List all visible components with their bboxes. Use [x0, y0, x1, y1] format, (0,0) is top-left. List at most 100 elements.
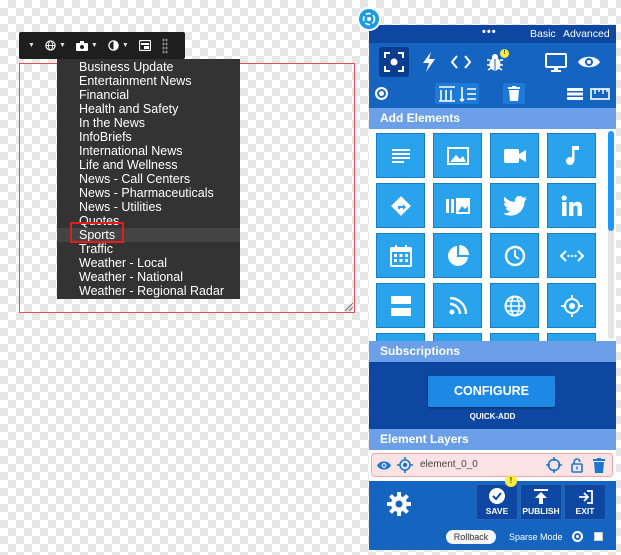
- lock-layer-button[interactable]: [569, 457, 585, 473]
- toolbar-dropdown-caret-button[interactable]: ▼: [23, 32, 40, 59]
- globe-dropdown-button[interactable]: ▼: [40, 32, 71, 59]
- app-logo-icon[interactable]: [357, 7, 381, 31]
- check-circle-icon: [489, 488, 505, 504]
- location-element-button[interactable]: [547, 283, 596, 328]
- twitter-element-button[interactable]: [490, 183, 539, 228]
- monitor-icon: [545, 52, 567, 72]
- dropdown-item-weather-local[interactable]: Weather - Local: [57, 256, 240, 270]
- element-button[interactable]: [376, 333, 425, 341]
- directions-icon: [390, 195, 411, 216]
- elements-scrollbar[interactable]: [608, 131, 614, 339]
- delete-button[interactable]: [503, 83, 525, 104]
- dropdown-item-business-update[interactable]: Business Update: [57, 60, 240, 74]
- list-sort-icon: [458, 86, 476, 102]
- select-tool-button[interactable]: [379, 47, 409, 77]
- code-button[interactable]: [446, 47, 476, 77]
- save-button[interactable]: SAVE: [476, 484, 518, 520]
- globe-icon: [504, 295, 525, 316]
- toggle-radio[interactable]: [375, 87, 388, 100]
- visibility-toggle[interactable]: [376, 457, 392, 473]
- element-button[interactable]: [433, 333, 482, 341]
- list-view-button[interactable]: [566, 83, 584, 104]
- location-icon: [560, 294, 583, 317]
- quick-add-label[interactable]: QUICK-ADD: [369, 412, 616, 421]
- configure-button[interactable]: CONFIGURE: [428, 376, 555, 407]
- dropdown-item-weather-regional-radar[interactable]: Weather - Regional Radar: [57, 284, 240, 298]
- scrollbar-thumb[interactable]: [608, 131, 614, 231]
- directions-element-button[interactable]: [376, 183, 425, 228]
- mode-basic-link[interactable]: Basic: [530, 28, 556, 40]
- music-icon: [565, 145, 579, 165]
- trash-icon: [508, 86, 520, 101]
- camera-dropdown-button[interactable]: ▼: [71, 32, 103, 59]
- dropdown-item-in-the-news[interactable]: In the News: [57, 116, 240, 130]
- element-layers-list: element_0_0: [369, 450, 616, 481]
- rss-icon: [449, 296, 467, 314]
- settings-button[interactable]: [385, 490, 413, 518]
- unsaved-alert-badge: !: [505, 475, 517, 487]
- desktop-preview-button[interactable]: [541, 47, 571, 77]
- more-options-icon[interactable]: •••: [482, 26, 497, 38]
- dropdown-item-international-news[interactable]: International News: [57, 144, 240, 158]
- ruler-button[interactable]: [589, 83, 611, 104]
- rss-element-button[interactable]: [433, 283, 482, 328]
- divider-element-button[interactable]: [376, 283, 425, 328]
- eye-icon: [578, 56, 600, 68]
- dropdown-item-news-pharmaceuticals[interactable]: News - Pharmaceuticals: [57, 186, 240, 200]
- crosshair-button[interactable]: [546, 457, 562, 473]
- trash-icon: [593, 457, 605, 473]
- gallery-element-button[interactable]: [433, 183, 482, 228]
- dropdown-item-life-and-wellness[interactable]: Life and Wellness: [57, 158, 240, 172]
- publish-label: PUBLISH: [522, 506, 560, 516]
- embed-element-button[interactable]: [547, 233, 596, 278]
- video-icon: [503, 148, 526, 163]
- subscriptions-header: Subscriptions: [369, 341, 616, 362]
- exit-button[interactable]: EXIT: [564, 484, 606, 520]
- dropdown-item-financial[interactable]: Financial: [57, 88, 240, 102]
- camera-icon: [75, 40, 88, 51]
- locate-layer-button[interactable]: [397, 457, 413, 473]
- mode-advanced-link[interactable]: Advanced: [563, 28, 610, 40]
- sparse-mode-checkbox[interactable]: [594, 532, 603, 541]
- selection-highlight: [70, 222, 124, 243]
- add-elements-header: Add Elements: [369, 108, 616, 129]
- preview-button[interactable]: [574, 47, 604, 77]
- dropdown-item-weather-national[interactable]: Weather - National: [57, 270, 240, 284]
- dropdown-item-news-call-centers[interactable]: News - Call Centers: [57, 172, 240, 186]
- element-button[interactable]: [490, 333, 539, 341]
- element-button[interactable]: [547, 333, 596, 341]
- dropdown-item-news-utilities[interactable]: News - Utilities: [57, 200, 240, 214]
- rollback-button[interactable]: Rollback: [446, 530, 496, 544]
- upload-icon: [534, 489, 548, 504]
- code-icon: [451, 55, 471, 69]
- text-element-button[interactable]: [376, 133, 425, 178]
- image-element-button[interactable]: [433, 133, 482, 178]
- video-element-button[interactable]: [490, 133, 539, 178]
- actions-button[interactable]: [414, 47, 444, 77]
- image-icon: [446, 146, 469, 165]
- sort-button-group[interactable]: [435, 83, 479, 104]
- web-element-button[interactable]: [490, 283, 539, 328]
- layer-row[interactable]: element_0_0: [371, 453, 613, 477]
- drag-handle[interactable]: [161, 37, 168, 54]
- sparse-mode-label: Sparse Mode: [509, 532, 563, 542]
- dropdown-item-traffic[interactable]: Traffic: [57, 242, 240, 256]
- chart-element-button[interactable]: [433, 233, 482, 278]
- contrast-dropdown-button[interactable]: ▼: [103, 32, 134, 59]
- publish-button[interactable]: PUBLISH: [520, 484, 562, 520]
- audio-element-button[interactable]: [547, 133, 596, 178]
- dropdown-item-infobriefs[interactable]: InfoBriefs: [57, 130, 240, 144]
- widget-dropdown-button[interactable]: [134, 32, 156, 59]
- resize-handle-icon[interactable]: [345, 303, 353, 311]
- calendar-element-button[interactable]: [376, 233, 425, 278]
- delete-layer-button[interactable]: [591, 457, 607, 473]
- exit-icon: [578, 490, 593, 504]
- sparse-mode-toggle[interactable]: [572, 531, 583, 542]
- embed-code-icon: [559, 249, 584, 262]
- linkedin-element-button[interactable]: [547, 183, 596, 228]
- dropdown-item-health-and-safety[interactable]: Health and Safety: [57, 102, 240, 116]
- dropdown-item-entertainment-news[interactable]: Entertainment News: [57, 74, 240, 88]
- clock-element-button[interactable]: [490, 233, 539, 278]
- caret-down-icon: ▼: [121, 42, 129, 49]
- debug-button[interactable]: !: [480, 47, 510, 77]
